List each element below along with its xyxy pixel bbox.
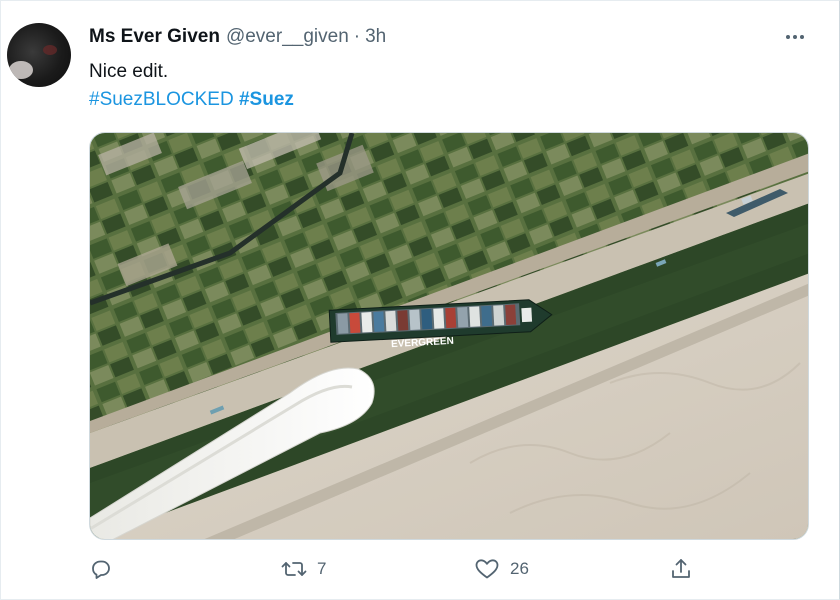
satellite-image-canal: EVERGREEN bbox=[90, 133, 808, 539]
tweet-image[interactable]: EVERGREEN bbox=[89, 132, 809, 540]
retweet-button[interactable]: 7 bbox=[281, 557, 326, 581]
retweet-icon bbox=[281, 562, 307, 576]
share-button[interactable] bbox=[669, 557, 703, 581]
like-button[interactable]: 26 bbox=[474, 557, 529, 581]
tweet-text: Nice edit. bbox=[89, 61, 169, 82]
heart-icon bbox=[475, 559, 499, 579]
user-handle[interactable]: @ever__given bbox=[226, 26, 349, 48]
display-name[interactable]: Ms Ever Given bbox=[89, 26, 220, 48]
avatar-highlight bbox=[9, 61, 33, 79]
reply-button[interactable] bbox=[89, 557, 123, 581]
tweet-header: Ms Ever Given @ever__given · 3h bbox=[89, 26, 386, 50]
hashtag-link-suezblocked[interactable]: #SuezBLOCKED bbox=[89, 89, 234, 110]
tweet-hashtags: #SuezBLOCKED #Suez bbox=[89, 89, 294, 111]
avatar[interactable] bbox=[7, 23, 71, 87]
more-options-icon[interactable] bbox=[779, 25, 811, 49]
tweet-timestamp[interactable]: 3h bbox=[365, 26, 386, 48]
hashtag-link-suez[interactable]: #Suez bbox=[239, 89, 294, 110]
avatar-detail bbox=[43, 45, 57, 55]
like-count: 26 bbox=[510, 559, 529, 578]
retweet-count: 7 bbox=[317, 559, 327, 578]
separator-dot: · bbox=[353, 26, 361, 47]
share-icon bbox=[672, 559, 690, 578]
tweet-card[interactable]: Ms Ever Given @ever__given · 3h Nice edi… bbox=[0, 0, 840, 600]
reply-icon bbox=[92, 560, 110, 579]
tweet-action-bar: 7 26 bbox=[1, 557, 840, 587]
